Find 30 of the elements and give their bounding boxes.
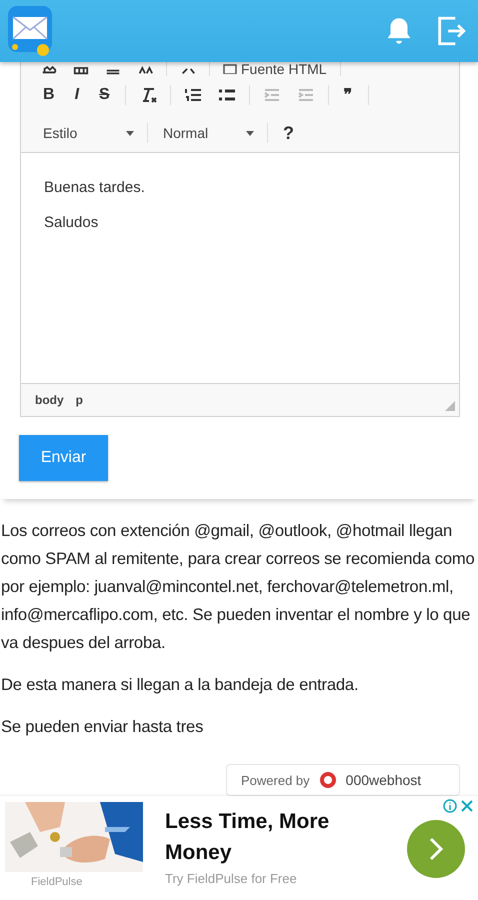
caret-icon [126, 130, 134, 136]
element-path-item[interactable]: body [35, 393, 64, 407]
strikethrough-button[interactable]: S [91, 86, 118, 104]
powered-by-label: Powered by [241, 772, 310, 788]
ad-subtitle: Try FieldPulse for Free [165, 871, 298, 886]
style-dropdown[interactable]: Estilo [35, 125, 140, 141]
powered-by-badge[interactable]: Powered by 000webhost [226, 764, 460, 796]
editor-content-area[interactable]: Buenas tardes. Saludos [21, 152, 459, 384]
element-path-item[interactable]: p [76, 393, 84, 407]
info-paragraph: Los correos con extención @gmail, @outlook, @hotmail llegan como SPAM al remitente, para crear correos se recomienda como por ejemplo: juanval@mincontel.net, ferchovar@telemetron.ml, info@mercaflipo.com, etc. Se pueden inventar el nombre y lo que va despues del arroba. [1, 520, 476, 654]
ad-banner[interactable]: FieldPulse Less Time, More Money Try FieldPulse for Free [0, 796, 478, 900]
advertiser-name: FieldPulse [30, 876, 84, 888]
ad-title: Less Time, More Money [165, 809, 330, 866]
chevron-right-icon [427, 836, 445, 862]
resize-handle-icon[interactable] [445, 401, 455, 411]
info-paragraph: De esta manera si llegan a la bandeja de entrada. [1, 674, 360, 696]
host-brand-name: 000webhost [346, 772, 422, 788]
italic-button[interactable]: I [66, 86, 88, 104]
editor-paragraph: Saludos [44, 214, 100, 231]
info-icon[interactable] [443, 799, 457, 813]
caret-icon [246, 130, 254, 136]
format-dropdown[interactable]: Normal [155, 125, 260, 141]
bold-button[interactable]: B [35, 86, 63, 104]
blockquote-button[interactable]: ❞ [336, 85, 361, 105]
info-paragraph: Se pueden enviar hasta tres [1, 716, 204, 738]
close-icon[interactable] [460, 799, 474, 813]
source-button[interactable]: Fuente HTML [217, 62, 333, 76]
editor-paragraph: Buenas tardes. [44, 179, 146, 196]
mail-app-logo[interactable] [8, 6, 54, 56]
help-button[interactable]: ? [275, 122, 302, 144]
